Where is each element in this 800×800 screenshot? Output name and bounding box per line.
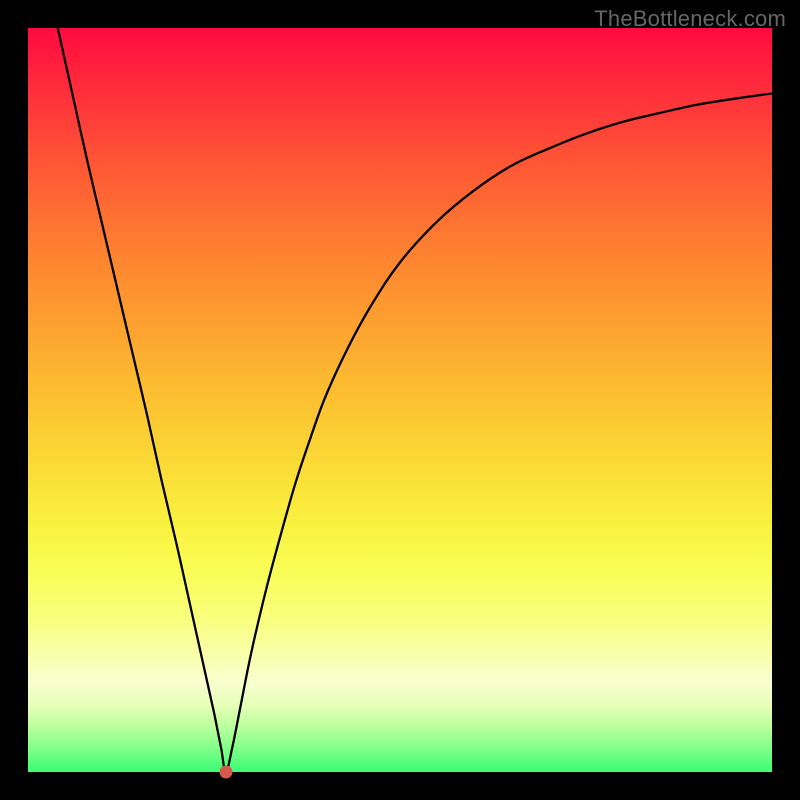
- watermark-text: TheBottleneck.com: [594, 6, 786, 32]
- plot-area: [28, 28, 772, 772]
- chart-frame: TheBottleneck.com: [0, 0, 800, 800]
- bottleneck-curve: [28, 28, 772, 772]
- optimal-marker-dot: [219, 766, 232, 779]
